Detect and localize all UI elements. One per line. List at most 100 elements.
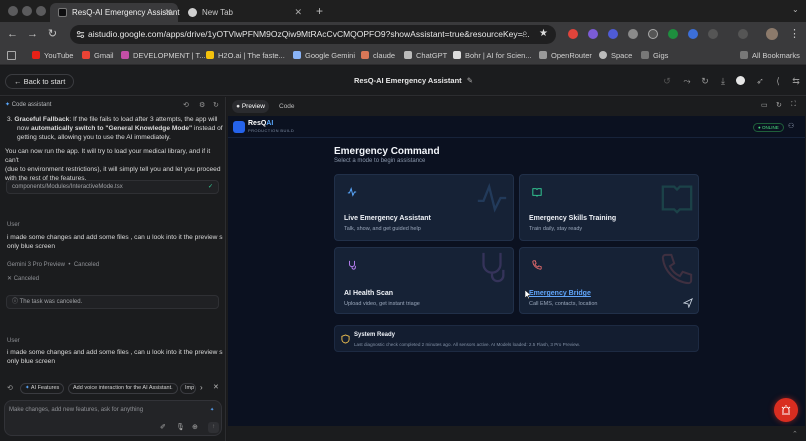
bookmark-gemini[interactable]: Google Gemini xyxy=(293,47,355,64)
user-label: User xyxy=(7,222,20,228)
back-arrow-icon[interactable]: ← xyxy=(6,28,19,41)
chrome-favicon-icon xyxy=(188,8,197,17)
share-icon[interactable]: ⟨ xyxy=(773,76,783,86)
tab-close-icon[interactable]: ✕ xyxy=(294,3,302,22)
bookmark-openrouter[interactable]: OpenRouter xyxy=(539,47,592,64)
tab-search-chevron-icon[interactable]: ⌄ xyxy=(792,5,799,14)
microphone-icon[interactable]: 🎙 xyxy=(176,423,185,431)
window-zoom-dot[interactable] xyxy=(36,6,46,16)
card-ai-health-scan[interactable]: AI Health Scan Upload video, get instant… xyxy=(334,247,514,314)
zoom-search-icon[interactable]: ⌕ xyxy=(522,28,528,39)
extensions-puzzle-icon[interactable] xyxy=(708,29,718,39)
card-emergency-skills-training[interactable]: Emergency Skills Training Train daily, s… xyxy=(519,174,699,241)
device-icon[interactable]: ▭ xyxy=(761,101,768,109)
chip-ai-features[interactable]: ✦ AI Features xyxy=(20,383,65,394)
card-live-emergency-assistant[interactable]: Live Emergency Assistant Talk, show, and… xyxy=(334,174,514,241)
all-bookmarks[interactable]: All Bookmarks xyxy=(740,47,800,64)
back-to-start-button[interactable]: ← Back to start xyxy=(5,74,75,89)
bookmark-development[interactable]: DEVELOPMENT | T... xyxy=(121,47,206,64)
tab-preview[interactable]: ● Preview xyxy=(232,100,269,113)
extension-red-icon[interactable] xyxy=(568,29,578,39)
history-icon[interactable]: ⟲ xyxy=(183,101,189,109)
refresh-icon[interactable]: ↻ xyxy=(213,101,219,109)
chips-close-icon[interactable]: ✕ xyxy=(213,383,219,391)
bookmark-star-icon[interactable]: ★ xyxy=(539,28,548,39)
activity-pulse-icon xyxy=(347,187,357,197)
add-attachment-icon[interactable]: ⊕ xyxy=(192,423,198,431)
history-icon[interactable]: ↻ xyxy=(700,76,710,86)
changed-file-card[interactable]: components/Modules/InteractiveMode.tsx ✓ xyxy=(6,180,219,194)
browser-toolbar: ← → ↻ aistudio.google.com/apps/drive/1yO… xyxy=(0,22,806,47)
card-emergency-bridge[interactable]: Emergency Bridge Call EMS, contacts, loc… xyxy=(519,247,699,314)
extension-profile-icon[interactable] xyxy=(688,29,698,39)
bookmark-youtube[interactable]: YouTube xyxy=(32,47,73,64)
collapse-chevron-icon[interactable]: ⌃ xyxy=(792,430,798,438)
bookmark-claude[interactable]: claude xyxy=(361,47,395,64)
online-badge: ● ONLINE xyxy=(753,123,784,132)
browser-tab-resqai[interactable]: ResQ-AI Emergency Assistant ✕ xyxy=(50,3,180,22)
settings-gear-icon[interactable]: ⚙ xyxy=(199,101,205,109)
more-menu-icon[interactable]: ⋮ xyxy=(788,28,801,41)
bookmark-h2o[interactable]: H2O.ai | The faste... xyxy=(206,47,285,64)
bookmark-chatgpt[interactable]: ChatGPT xyxy=(404,47,447,64)
bookmark-gigs[interactable]: Gigs xyxy=(641,47,668,64)
github-icon[interactable] xyxy=(736,76,745,85)
undo-icon[interactable]: ↺ xyxy=(662,76,672,86)
studio-favicon-icon xyxy=(58,8,67,17)
window-minimize-dot[interactable] xyxy=(22,6,32,16)
apps-grid-icon[interactable] xyxy=(7,51,16,60)
extension-gray-icon[interactable] xyxy=(628,29,638,39)
extension-purple-icon[interactable] xyxy=(588,29,598,39)
refresh-suggestions-icon[interactable]: ⟲ xyxy=(7,384,13,392)
bookmark-space[interactable]: Space xyxy=(599,47,632,64)
status-dot-icon: ● xyxy=(758,125,761,130)
address-bar[interactable]: aistudio.google.com/apps/drive/1yOTVlwPF… xyxy=(70,25,556,44)
magic-wand-icon[interactable]: ✐ xyxy=(160,423,166,431)
extension-pen-icon[interactable] xyxy=(648,29,658,39)
lock-icon[interactable] xyxy=(738,29,748,39)
bookmark-bohr[interactable]: Bohr | AI for Scien... xyxy=(453,47,532,64)
forward-arrow-icon[interactable]: → xyxy=(26,28,39,41)
tab-code[interactable]: Code xyxy=(279,100,295,113)
edit-pencil-icon[interactable]: ✎ xyxy=(467,76,473,85)
activity-pulse-watermark-icon xyxy=(477,182,507,213)
open-book-icon xyxy=(532,188,542,197)
prompt-input[interactable]: Make changes, add new features, ask for … xyxy=(9,407,143,413)
new-tab-plus-icon[interactable]: + xyxy=(316,4,323,18)
bookmark-gmail[interactable]: Gmail xyxy=(82,47,114,64)
task-canceled-box: ⓘ The task was canceled. xyxy=(6,295,219,309)
browser-tab-newtab[interactable]: New Tab ✕ xyxy=(180,3,308,22)
send-button[interactable]: ↑ xyxy=(208,422,219,433)
reload-preview-icon[interactable]: ↻ xyxy=(776,101,782,109)
canceled-label: ✕ Canceled xyxy=(7,276,40,282)
send-arrow-icon[interactable] xyxy=(683,298,693,308)
sos-button[interactable] xyxy=(774,398,798,422)
tab-close-icon[interactable]: ✕ xyxy=(164,3,172,22)
avatar[interactable] xyxy=(766,28,778,40)
extension-green-icon[interactable] xyxy=(668,29,678,39)
resq-header: ResQAI PRODUCTION BUILD ● ONLINE ⚇ xyxy=(228,116,805,138)
download-icon[interactable]: ⤓ xyxy=(718,76,728,86)
site-settings-icon[interactable] xyxy=(76,30,85,39)
window-close-dot[interactable] xyxy=(8,6,18,16)
chip-imp[interactable]: Imp xyxy=(180,383,196,394)
chip-voice-interaction[interactable]: Add voice interaction for the AI Assista… xyxy=(68,383,178,394)
sparkle-icon: ✦ xyxy=(210,407,215,413)
chips-next-icon[interactable]: › xyxy=(200,383,203,392)
user-profile-icon[interactable]: ⚇ xyxy=(788,122,794,130)
extension-blue-icon[interactable] xyxy=(608,29,618,39)
phone-icon xyxy=(532,260,542,270)
mouse-cursor-icon xyxy=(525,290,532,300)
share-branch-icon[interactable]: ⤳ xyxy=(682,76,692,86)
fullscreen-icon[interactable]: ⛶ xyxy=(791,101,796,109)
resq-logo-icon xyxy=(233,121,245,133)
deploy-rocket-icon[interactable]: ➶ xyxy=(755,76,765,86)
layout-toggle-icon[interactable]: ⇆ xyxy=(791,76,801,86)
model-status-line: Gemini 3 Pro Preview • Canceled xyxy=(7,262,100,268)
arrow-left-icon: ← xyxy=(14,77,22,86)
resq-app-frame: ResQAI PRODUCTION BUILD ● ONLINE ⚇ Emerg… xyxy=(228,116,805,426)
production-build-label: PRODUCTION BUILD xyxy=(248,128,295,133)
assistant-message-fallback: 3. Graceful Fallback: If the file fails … xyxy=(7,116,223,141)
prompt-box[interactable]: Make changes, add new features, ask for … xyxy=(4,400,222,436)
reload-icon[interactable]: ↻ xyxy=(46,28,59,41)
